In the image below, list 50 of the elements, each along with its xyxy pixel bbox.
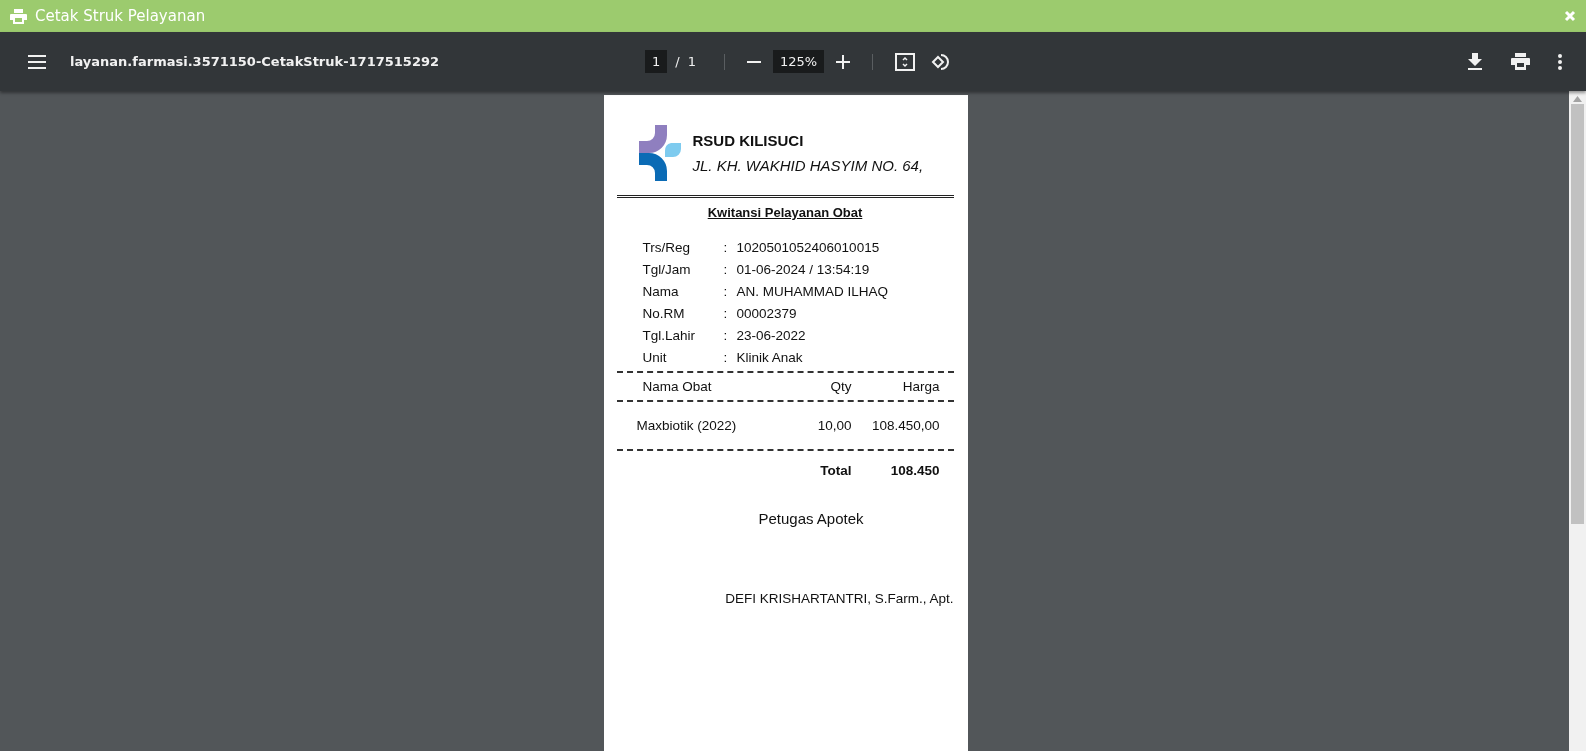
- page-total: 1: [687, 54, 696, 69]
- receipt-heading: Kwitansi Pelayanan Obat: [706, 205, 864, 220]
- item-qty: 10,00: [816, 418, 852, 433]
- fit-page-icon: [895, 52, 916, 71]
- column-header: Nama Obat: [641, 379, 713, 394]
- menu-icon: [28, 54, 46, 69]
- info-label: Tgl.Lahir: [642, 328, 697, 343]
- info-value: 23-06-2022: [736, 328, 807, 343]
- total-amount: 108.450: [889, 463, 940, 478]
- info-label: Unit: [642, 350, 668, 365]
- info-value: Klinik Anak: [736, 350, 804, 365]
- zoom-field[interactable]: 125%: [772, 50, 825, 73]
- info-colon: :: [723, 350, 729, 365]
- window-title: Cetak Struk Pelayanan: [35, 7, 207, 25]
- minus-icon: [746, 60, 761, 63]
- signer-name: DEFI KRISHARTANTRI, S.Farm., Apt.: [724, 591, 954, 606]
- close-icon: [1564, 10, 1576, 22]
- info-colon: :: [723, 262, 729, 277]
- signer-role: Petugas Apotek: [757, 510, 865, 527]
- item-name: Maxbiotik (2022): [636, 418, 738, 433]
- printer-icon: [1511, 53, 1530, 70]
- info-value: 00002379: [736, 306, 798, 321]
- more-icon: [1558, 53, 1562, 70]
- plus-icon: [836, 54, 851, 69]
- download-icon: [1467, 52, 1483, 71]
- total-label: Total: [819, 463, 852, 478]
- info-colon: :: [723, 306, 729, 321]
- info-value: AN. MUHAMMAD ILHAQ: [736, 284, 889, 299]
- hospital-address: JL. KH. WAKHID HASYIM NO. 64,: [692, 157, 924, 174]
- page-separator: /: [675, 54, 680, 69]
- info-value: 1020501052406010015: [736, 240, 881, 255]
- info-label: Tgl/Jam: [642, 262, 692, 277]
- item-price: 108.450,00: [870, 418, 940, 433]
- info-colon: :: [723, 240, 729, 255]
- page-number-field[interactable]: 1: [645, 50, 668, 73]
- info-label: Nama: [642, 284, 680, 299]
- scrollbar-thumb[interactable]: [1571, 104, 1584, 524]
- info-label: Trs/Reg: [642, 240, 691, 255]
- column-header: Harga: [901, 379, 940, 394]
- hospital-name: RSUD KILISUCI: [692, 132, 805, 149]
- info-colon: :: [723, 284, 729, 299]
- column-header: Qty: [829, 379, 852, 394]
- hospital-logo: [638, 125, 681, 181]
- printer-icon: [10, 8, 27, 24]
- info-colon: :: [723, 328, 729, 343]
- info-label: No.RM: [642, 306, 686, 321]
- rotate-icon: [931, 51, 952, 72]
- info-value: 01-06-2024 / 13:54:19: [736, 262, 871, 277]
- file-name: layanan.farmasi.3571150-CetakStruk-1717515292: [70, 54, 441, 69]
- scrollbar[interactable]: [1569, 91, 1586, 751]
